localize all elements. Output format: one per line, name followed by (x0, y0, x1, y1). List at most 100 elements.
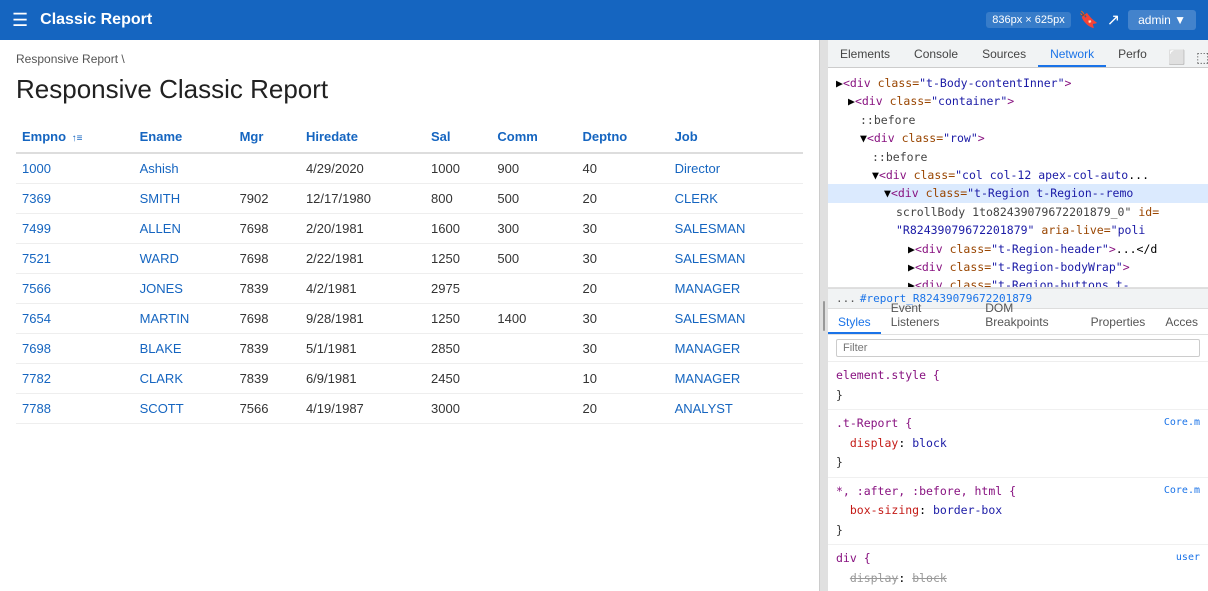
col-mgr[interactable]: Mgr (234, 121, 300, 153)
style-source[interactable]: Core.m (1164, 482, 1200, 499)
share-icon[interactable]: ↗ (1107, 10, 1120, 30)
style-selector: div { (836, 551, 871, 565)
subtab-properties[interactable]: Properties (1081, 312, 1156, 334)
cell-job: MANAGER (669, 364, 803, 394)
col-ename[interactable]: Ename (134, 121, 234, 153)
style-declaration: display: block (836, 571, 947, 585)
dom-line[interactable]: ▶<div class="t-Body-contentInner"> (828, 74, 1208, 92)
bookmark-icon[interactable]: 🔖 (1079, 10, 1099, 30)
dom-line[interactable]: ▶<div class="t-Region-buttons t- (828, 276, 1208, 288)
col-empno[interactable]: Empno ↑≡ (16, 121, 134, 153)
cell-hiredate: 9/28/1981 (300, 304, 425, 334)
table-row: 7521WARD76982/22/1981125050030SALESMAN (16, 244, 803, 274)
page-title: Responsive Classic Report (16, 74, 803, 105)
admin-button[interactable]: admin ▼ (1128, 10, 1196, 30)
devtools-tabs: Elements Console Sources Network Perfo ⬜… (828, 40, 1208, 68)
col-sal[interactable]: Sal (425, 121, 491, 153)
dom-line[interactable]: ::before (828, 111, 1208, 129)
cell-sal: 2975 (425, 274, 491, 304)
cell-mgr: 7698 (234, 244, 300, 274)
cell-comm: 900 (491, 153, 576, 184)
table-row: 7782CLARK78396/9/1981245010MANAGER (16, 364, 803, 394)
col-job[interactable]: Job (669, 121, 803, 153)
style-declaration: display: block (836, 436, 947, 450)
cell-job: MANAGER (669, 274, 803, 304)
table-row: 7499ALLEN76982/20/1981160030030SALESMAN (16, 214, 803, 244)
style-value[interactable]: border-box (933, 503, 1002, 517)
app-title: Classic Report (40, 11, 152, 29)
col-hiredate[interactable]: Hiredate (300, 121, 425, 153)
table-row: 7788SCOTT75664/19/1987300020ANALYST (16, 394, 803, 424)
breadcrumb-link[interactable]: Responsive Report (16, 52, 118, 66)
cell-deptno: 10 (576, 364, 668, 394)
cell-ename: MARTIN (134, 304, 234, 334)
style-property: box-sizing (850, 503, 919, 517)
cell-empno: 7782 (16, 364, 134, 394)
subtab-accessibility[interactable]: Acces (1155, 312, 1208, 334)
dom-tree[interactable]: ▶<div class="t-Body-contentInner">▶<div … (828, 68, 1208, 288)
cell-comm: 1400 (491, 304, 576, 334)
dom-line[interactable]: ::before (828, 148, 1208, 166)
cell-job: ANALYST (669, 394, 803, 424)
subtab-dom-breakpoints[interactable]: DOM Breakpoints (975, 298, 1080, 334)
dom-line[interactable]: ▶<div class="t-Region-header">...</d (828, 240, 1208, 258)
cell-deptno: 30 (576, 304, 668, 334)
cell-job: CLERK (669, 184, 803, 214)
resize-handle[interactable] (820, 40, 828, 591)
cell-mgr: 7839 (234, 334, 300, 364)
cell-empno: 7788 (16, 394, 134, 424)
col-comm[interactable]: Comm (491, 121, 576, 153)
breadcrumb-dots: ... (836, 292, 856, 305)
app-header: ☰ Classic Report 836px × 625px 🔖 ↗ admin… (0, 0, 1208, 40)
cell-mgr: 7839 (234, 274, 300, 304)
style-brace: } (836, 455, 843, 469)
dom-line[interactable]: ▶<div class="t-Region-bodyWrap"> (828, 258, 1208, 276)
dom-line[interactable]: ▼<div class="row"> (828, 129, 1208, 147)
cell-hiredate: 12/17/1980 (300, 184, 425, 214)
cell-job: SALESMAN (669, 304, 803, 334)
cell-sal: 800 (425, 184, 491, 214)
cell-deptno: 20 (576, 274, 668, 304)
report-table: Empno ↑≡ Ename Mgr Hiredate Sal Comm Dep… (16, 121, 803, 424)
subtab-event-listeners[interactable]: Event Listeners (881, 298, 976, 334)
cell-sal: 1000 (425, 153, 491, 184)
cell-comm (491, 334, 576, 364)
dom-line[interactable]: scrollBody 1to82439079672201879_0" id= (828, 203, 1208, 221)
cell-mgr: 7698 (234, 214, 300, 244)
style-source[interactable]: user (1176, 549, 1200, 566)
breadcrumb: Responsive Report \ (16, 52, 803, 66)
subtab-styles[interactable]: Styles (828, 312, 881, 334)
tab-performance[interactable]: Perfo (1106, 43, 1159, 67)
devtools-icons: ⬜ ⬚ (1159, 47, 1208, 67)
cell-empno: 7521 (16, 244, 134, 274)
style-selector: element.style { (836, 368, 940, 382)
styles-content: element.style {}Core.m.t-Report { displa… (828, 362, 1208, 591)
tab-sources[interactable]: Sources (970, 43, 1038, 67)
device-icon[interactable]: ⬚ (1193, 47, 1208, 67)
dom-line[interactable]: ▼<div class="col col-12 apex-col-auto... (828, 166, 1208, 184)
filter-input[interactable] (836, 339, 1200, 357)
cell-deptno: 20 (576, 394, 668, 424)
style-value[interactable]: block (912, 436, 947, 450)
cell-ename: JONES (134, 274, 234, 304)
cell-job: MANAGER (669, 334, 803, 364)
dimension-badge: 836px × 625px (986, 12, 1070, 28)
style-value[interactable]: block (912, 571, 947, 585)
tab-console[interactable]: Console (902, 43, 970, 67)
style-selector: *, :after, :before, html { (836, 484, 1016, 498)
dom-line[interactable]: ▼<div class="t-Region t-Region--remo (828, 184, 1208, 202)
cell-empno: 7369 (16, 184, 134, 214)
style-rule: userdiv { display: block} (828, 545, 1208, 591)
style-source[interactable]: Core.m (1164, 414, 1200, 431)
col-deptno[interactable]: Deptno (576, 121, 668, 153)
tab-network[interactable]: Network (1038, 43, 1106, 67)
inspect-icon[interactable]: ⬜ (1167, 47, 1187, 67)
hamburger-menu-icon[interactable]: ☰ (12, 10, 28, 31)
dom-line[interactable]: ▶<div class="container"> (828, 92, 1208, 110)
cell-deptno: 20 (576, 184, 668, 214)
tab-elements[interactable]: Elements (828, 43, 902, 67)
dom-line[interactable]: "R82439079672201879" aria-live="poli (828, 221, 1208, 239)
cell-job: Director (669, 153, 803, 184)
style-property: display (850, 571, 898, 585)
cell-sal: 1250 (425, 244, 491, 274)
